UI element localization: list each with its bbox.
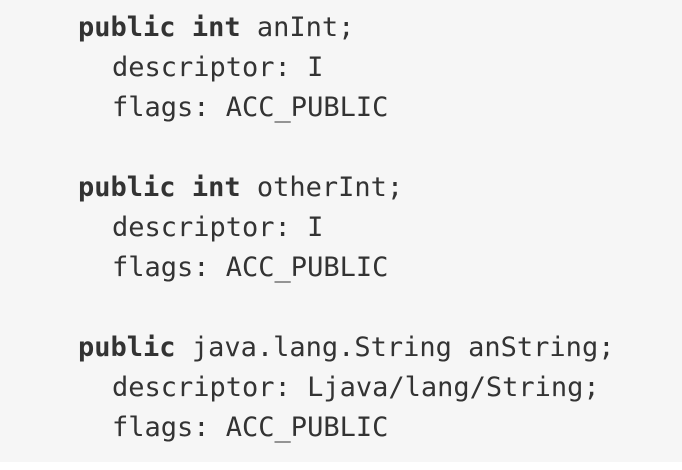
flags-line: flags: ACC_PUBLIC	[112, 252, 389, 283]
descriptor-line: descriptor: Ljava/lang/String;	[112, 372, 600, 403]
keyword-public: public	[78, 172, 176, 203]
field-name: otherInt;	[256, 172, 404, 203]
keyword-int: int	[191, 172, 241, 203]
descriptor-line: descriptor: I	[112, 212, 324, 243]
code-block: public int anInt; descriptor: I flags: A…	[0, 0, 682, 462]
field-type-and-name: java.lang.String anString;	[191, 332, 615, 363]
flags-line: flags: ACC_PUBLIC	[112, 412, 389, 443]
field-declaration-otherInt: public int otherInt;	[78, 168, 682, 208]
descriptor-line: descriptor: I	[112, 52, 324, 83]
field-name: anInt;	[256, 12, 355, 43]
keyword-int: int	[191, 12, 241, 43]
field-declaration-anInt: public int anInt;	[78, 8, 682, 48]
flags-line: flags: ACC_PUBLIC	[112, 92, 389, 123]
field-declaration-anString: public java.lang.String anString;	[78, 328, 682, 368]
keyword-public: public	[78, 332, 176, 363]
keyword-public: public	[78, 12, 176, 43]
